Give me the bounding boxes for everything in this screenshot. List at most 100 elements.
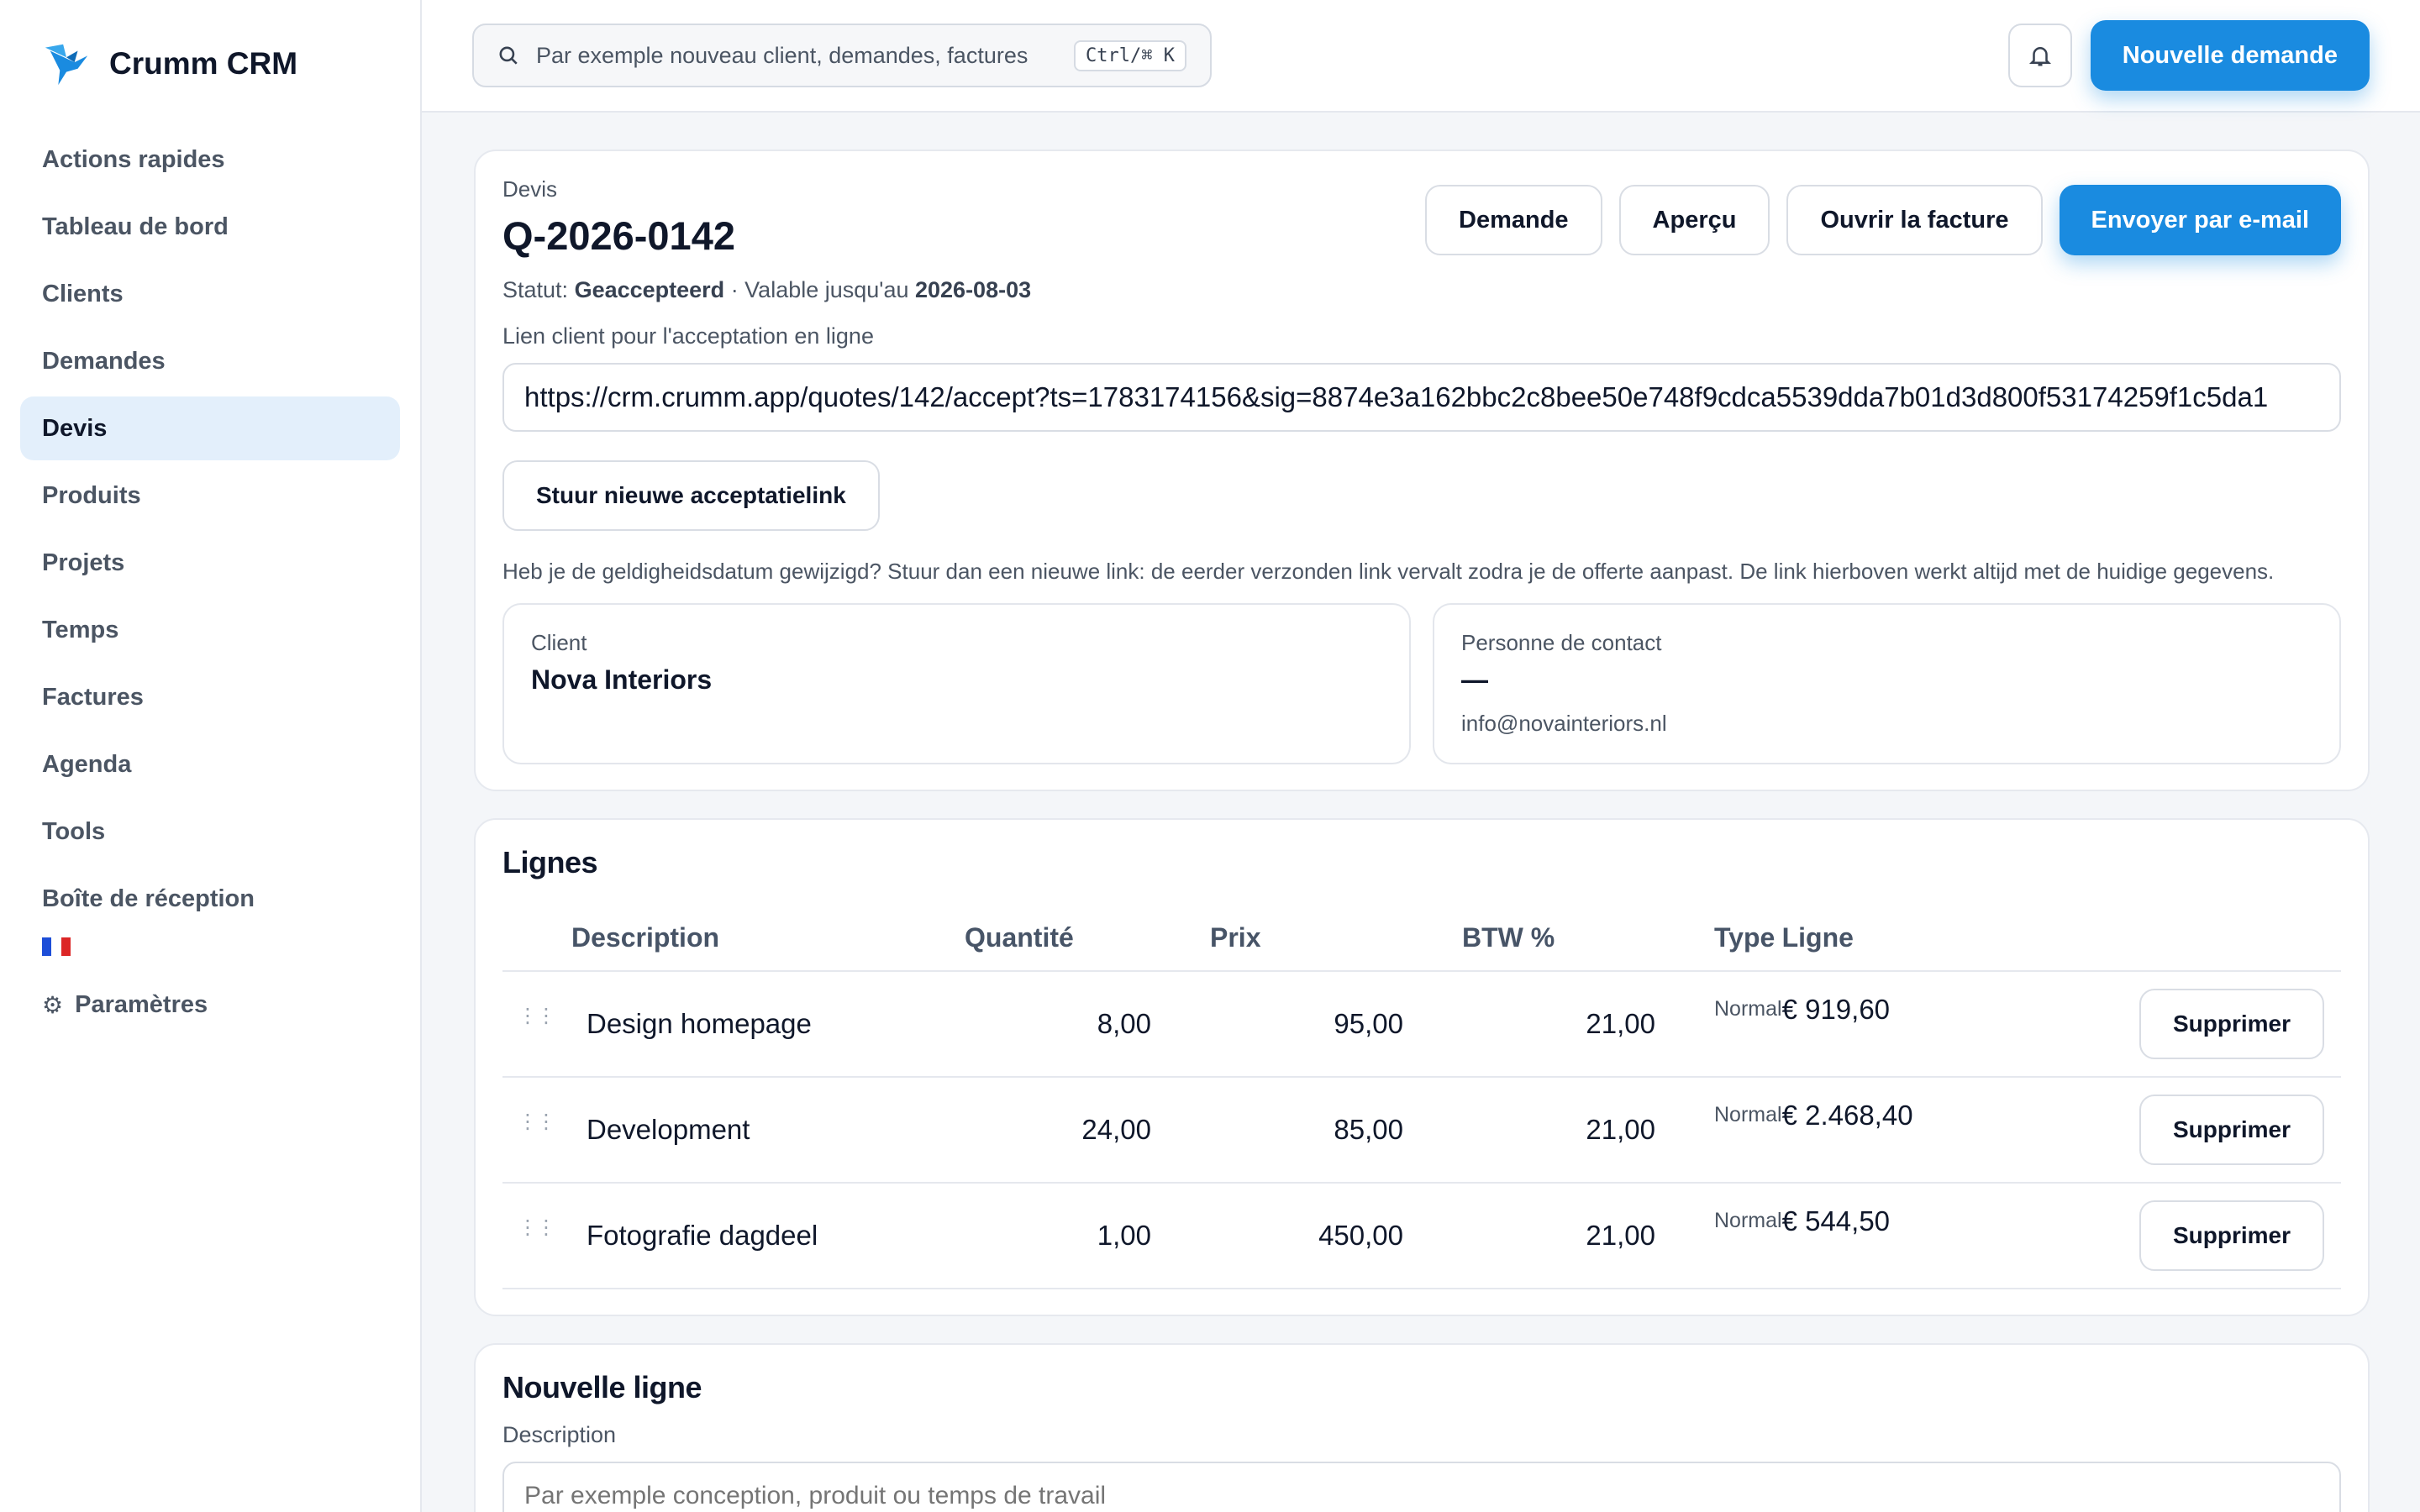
search-box[interactable]: Ctrl/⌘ K — [472, 24, 1212, 87]
contact-name: — — [1461, 664, 1488, 695]
bird-logo-icon — [45, 44, 88, 86]
col-vat: BTW % — [1403, 906, 1655, 972]
col-quantity: Quantité — [958, 906, 1151, 972]
line-type[interactable]: Normal — [1655, 1077, 1782, 1184]
sidebar-item-tools[interactable]: Tools — [20, 800, 400, 864]
new-request-button[interactable]: Nouvelle demande — [2090, 20, 2370, 91]
topbar: Ctrl/⌘ K Nouvelle demande — [422, 0, 2420, 113]
acceptance-link-label: Lien client pour l'acceptation en ligne — [502, 323, 874, 349]
search-shortcut-badge: Ctrl/⌘ K — [1074, 39, 1186, 71]
new-line-title: Nouvelle ligne — [502, 1370, 702, 1404]
sidebar-item-demandes[interactable]: Demandes — [20, 329, 400, 393]
main-area: Ctrl/⌘ K Nouvelle demande Devis Q-2026-0… — [422, 0, 2420, 1512]
sidebar-item-boite-de-reception[interactable]: Boîte de réception — [20, 867, 400, 931]
drag-handle-icon[interactable]: ⋮⋮ — [502, 971, 571, 1078]
status-prefix: Statut: — [502, 277, 569, 302]
resend-acceptance-link-button[interactable]: Stuur nieuwe acceptatielink — [502, 460, 880, 531]
col-description: Description — [571, 906, 958, 972]
line-type[interactable]: Normal — [1655, 971, 1782, 1078]
drag-handle-icon[interactable]: ⋮⋮ — [502, 1183, 571, 1289]
open-invoice-button[interactable]: Ouvrir la facture — [1786, 185, 2043, 255]
line-price[interactable]: 450,00 — [1151, 1183, 1403, 1289]
app-root: Crumm CRM Actions rapides Tableau de bor… — [0, 0, 2420, 1512]
line-vat[interactable]: 21,00 — [1403, 971, 1655, 1078]
contact-label: Personne de contact — [1461, 630, 1662, 655]
sidebar-item-factures[interactable]: Factures — [20, 665, 400, 729]
contact-card: Personne de contact — info@novainteriors… — [1433, 603, 2341, 764]
request-button[interactable]: Demande — [1425, 185, 1602, 255]
lines-table: Description Quantité Prix BTW % Type Lig… — [502, 906, 2341, 1289]
line-vat[interactable]: 21,00 — [1403, 1077, 1655, 1184]
sidebar-item-parametres[interactable]: ⚙ Paramètres — [20, 973, 400, 1037]
search-icon — [499, 46, 518, 65]
col-type: Type — [1655, 906, 1782, 972]
delete-line-button[interactable]: Supprimer — [2139, 1200, 2324, 1271]
brand-name: Crumm CRM — [109, 46, 298, 81]
quote-type-label: Devis — [502, 176, 558, 202]
acceptance-link-hint: Heb je de geldigheidsdatum gewijzigd? St… — [502, 559, 2275, 584]
sidebar-item-devis[interactable]: Devis — [20, 396, 400, 460]
sidebar: Crumm CRM Actions rapides Tableau de bor… — [0, 0, 422, 1512]
content: Devis Q-2026-0142 Demande Aperçu Ouvrir … — [422, 113, 2420, 1512]
delete-line-button[interactable]: Supprimer — [2139, 989, 2324, 1059]
line-price[interactable]: 85,00 — [1151, 1077, 1403, 1184]
status-value: Geaccepteerd — [574, 277, 725, 302]
acceptance-link-field[interactable] — [502, 363, 2341, 432]
client-label: Client — [531, 630, 587, 655]
lines-title: Lignes — [502, 845, 598, 879]
client-contact-grid: Client Nova Interiors Personne de contac… — [502, 603, 2341, 764]
sidebar-item-projets[interactable]: Projets — [20, 531, 400, 595]
sidebar-nav: Actions rapides Tableau de bord Clients … — [20, 128, 400, 931]
line-total: € 544,50 — [1781, 1183, 2034, 1289]
line-description[interactable]: Fotografie dagdeel — [571, 1183, 958, 1289]
col-line: Ligne — [1781, 906, 2034, 972]
preview-button[interactable]: Aperçu — [1618, 185, 1770, 255]
search-input[interactable] — [536, 42, 1065, 69]
line-price[interactable]: 95,00 — [1151, 971, 1403, 1078]
sidebar-item-tableau-de-bord[interactable]: Tableau de bord — [20, 195, 400, 259]
line-type[interactable]: Normal — [1655, 1183, 1782, 1289]
table-header-row: Description Quantité Prix BTW % Type Lig… — [502, 906, 2341, 972]
line-description[interactable]: Design homepage — [571, 971, 958, 1078]
quote-card: Devis Q-2026-0142 Demande Aperçu Ouvrir … — [474, 150, 2370, 791]
client-name[interactable]: Nova Interiors — [531, 664, 1382, 696]
settings-label: Paramètres — [75, 990, 208, 1018]
col-actions — [2033, 906, 2341, 972]
send-email-button[interactable]: Envoyer par e-mail — [2059, 185, 2341, 255]
gear-icon: ⚙ — [42, 991, 64, 1018]
col-handle — [502, 906, 571, 972]
lines-card: Lignes Description Quantité Prix BTW % T… — [474, 818, 2370, 1316]
new-line-card: Nouvelle ligne Description — [474, 1343, 2370, 1512]
line-description[interactable]: Development — [571, 1077, 958, 1184]
bell-icon — [2028, 47, 2051, 66]
sidebar-item-agenda[interactable]: Agenda — [20, 732, 400, 796]
line-vat[interactable]: 21,00 — [1403, 1183, 1655, 1289]
valid-until-date: 2026-08-03 — [915, 277, 1032, 302]
sidebar-item-clients[interactable]: Clients — [20, 262, 400, 326]
sidebar-item-actions-rapides[interactable]: Actions rapides — [20, 128, 400, 192]
notifications-button[interactable] — [2007, 24, 2072, 87]
drag-handle-icon[interactable]: ⋮⋮ — [502, 1077, 571, 1184]
quote-actions: Demande Aperçu Ouvrir la facture Envoyer… — [1425, 185, 2341, 255]
contact-email: info@novainteriors.nl — [1461, 711, 1667, 736]
table-row: ⋮⋮ Development 24,00 85,00 21,00 Normal … — [502, 1077, 2341, 1184]
line-quantity[interactable]: 24,00 — [958, 1077, 1151, 1184]
table-row: ⋮⋮ Fotografie dagdeel 1,00 450,00 21,00 … — [502, 1183, 2341, 1289]
brand[interactable]: Crumm CRM — [20, 0, 400, 128]
valid-prefix: · Valable jusqu'au — [730, 277, 909, 302]
fr-flag-icon[interactable] — [42, 937, 71, 956]
sidebar-item-produits[interactable]: Produits — [20, 464, 400, 528]
col-price: Prix — [1151, 906, 1403, 972]
quote-number: Q-2026-0142 — [502, 213, 735, 258]
new-line-description-input[interactable] — [502, 1462, 2341, 1512]
sidebar-item-temps[interactable]: Temps — [20, 598, 400, 662]
line-total: € 919,60 — [1781, 971, 2034, 1078]
table-row: ⋮⋮ Design homepage 8,00 95,00 21,00 Norm… — [502, 971, 2341, 1078]
quote-status-line: Statut: Geaccepteerd · Valable jusqu'au … — [502, 277, 2341, 303]
client-card: Client Nova Interiors — [502, 603, 1411, 764]
line-total: € 2.468,40 — [1781, 1077, 2034, 1184]
line-quantity[interactable]: 1,00 — [958, 1183, 1151, 1289]
line-quantity[interactable]: 8,00 — [958, 971, 1151, 1078]
delete-line-button[interactable]: Supprimer — [2139, 1095, 2324, 1165]
new-line-description-label: Description — [502, 1422, 617, 1447]
